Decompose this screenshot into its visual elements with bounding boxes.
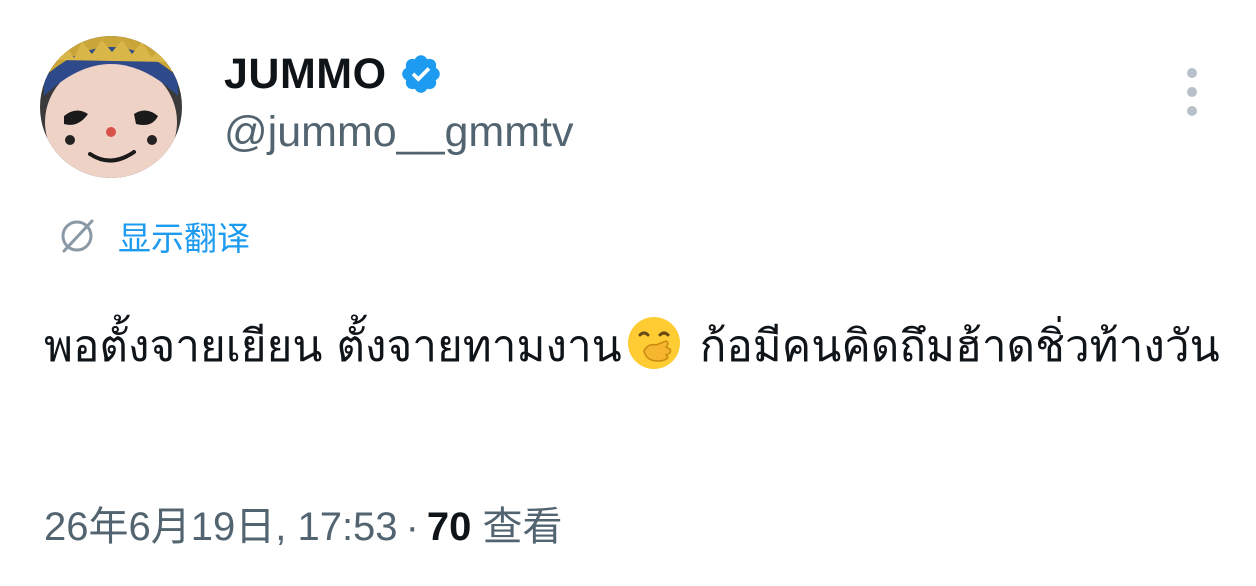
display-name-row: JUMMO — [224, 44, 574, 104]
avatar-image — [40, 36, 182, 178]
more-options-button[interactable] — [1180, 68, 1204, 116]
more-dot-icon — [1187, 68, 1197, 78]
views-label: 查看 — [482, 505, 563, 549]
handle[interactable]: @jummo__gmmtv — [224, 108, 574, 157]
show-translation-label: 显示翻译 — [118, 219, 250, 258]
more-dot-icon — [1187, 87, 1197, 97]
face-with-hand-over-mouth-icon — [627, 317, 680, 369]
timestamp[interactable]: 26年6月19日, 17:53 — [44, 505, 398, 549]
display-name[interactable]: JUMMO — [224, 50, 387, 99]
tweet-header: JUMMO @jummo__gmmtv — [40, 36, 1216, 178]
tweet-text-part-1: พอตั้งจายเยียน ตั้งจายทามงาน — [44, 321, 622, 372]
tweet-meta: 26年6月19日, 17:53 · 70 查看 — [44, 494, 563, 552]
author-names: JUMMO @jummo__gmmtv — [224, 44, 574, 157]
globe-translate-icon — [61, 219, 94, 253]
views-count: 70 — [426, 505, 472, 549]
more-dot-icon — [1187, 106, 1197, 116]
tweet-text: พอตั้งจายเยียน ตั้งจายทามงาน ก้อมีคนคิดถ… — [44, 312, 1220, 382]
meta-separator: · — [405, 505, 419, 549]
tweet-text-part-2: ก้อมีคนคิดถึมฮ้าดชิ่วท้างวัน — [685, 321, 1220, 372]
avatar[interactable] — [40, 36, 182, 178]
verified-badge-icon[interactable] — [399, 52, 443, 96]
show-translation-button[interactable]: 显示翻译 — [56, 212, 250, 260]
